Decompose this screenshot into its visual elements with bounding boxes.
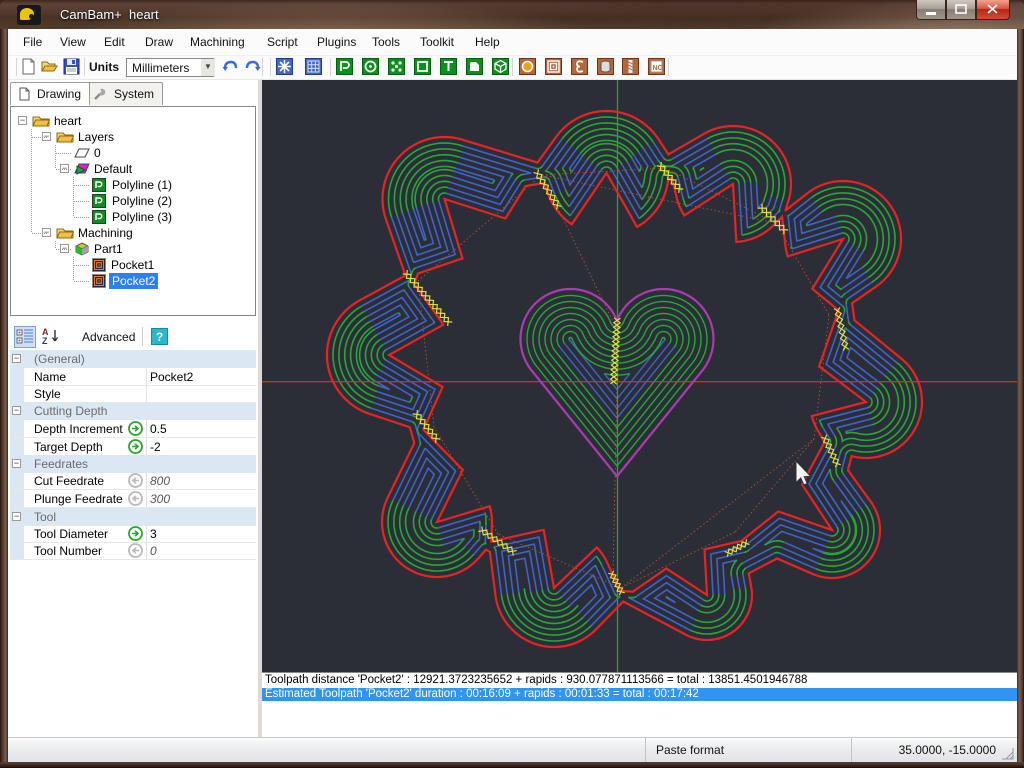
svg-text:Z: Z — [42, 336, 48, 346]
svg-text:NC: NC — [653, 65, 663, 72]
